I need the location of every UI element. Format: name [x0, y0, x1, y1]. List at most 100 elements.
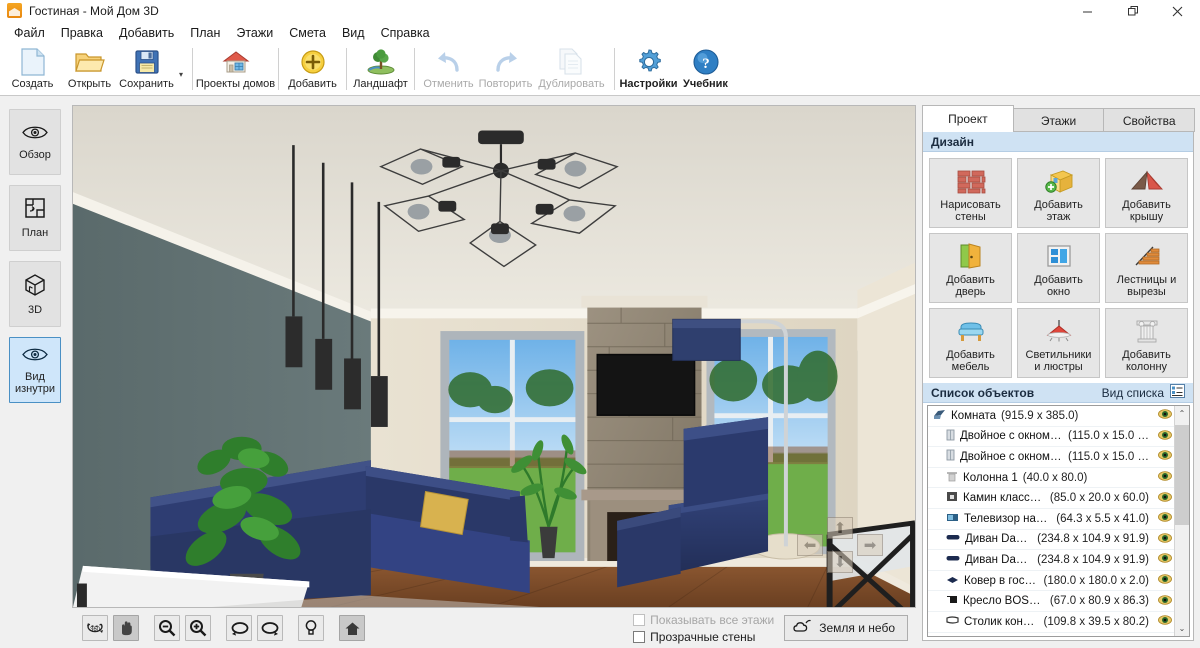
design-draw-walls-button[interactable]: Нарисовать стены	[929, 158, 1012, 228]
house-projects-icon	[221, 47, 251, 77]
design-add-column-button[interactable]: Добавить колонну	[1105, 308, 1188, 378]
design-add-window-button[interactable]: Добавить окно	[1017, 233, 1100, 303]
checkbox-box[interactable]	[633, 630, 646, 643]
toolbar-duplicate-button[interactable]: Дублировать	[534, 43, 609, 95]
toolbar-undo-button[interactable]: Отменить	[420, 43, 477, 95]
menu-item-plan[interactable]: План	[182, 24, 228, 42]
object-dimensions: (64.3 x 5.5 x 41.0)	[1056, 512, 1149, 525]
design-add-roof-button[interactable]: Добавить крышу	[1105, 158, 1188, 228]
object-list-scrollbar[interactable]: ⌃ ⌄	[1174, 406, 1189, 636]
scroll-up-button[interactable]: ⌃	[1175, 406, 1190, 421]
toolbar-new-button[interactable]: Создать	[4, 43, 61, 95]
menu-item-view[interactable]: Вид	[334, 24, 373, 42]
checkbox-box[interactable]	[633, 613, 646, 626]
object-name: Камин классический	[963, 492, 1045, 505]
toolbar-open-button[interactable]: Открыть	[61, 43, 118, 95]
toolbar-tutorial-button[interactable]: ? Учебник	[677, 43, 734, 95]
nav-up-arrow[interactable]: ⬆	[827, 517, 853, 539]
nav-right-arrow[interactable]: ➡	[857, 534, 883, 556]
scroll-thumb[interactable]	[1174, 425, 1189, 525]
menu-item-floors[interactable]: Этажи	[228, 24, 281, 42]
rail-item-inside-view[interactable]: Вид изнутри	[9, 337, 61, 403]
rotate-right-button[interactable]	[257, 615, 283, 641]
table-row[interactable]: Двойное с окном сверху (115.0 x 15.0 …	[928, 447, 1174, 468]
roof-icon	[1130, 166, 1163, 196]
design-button-grid: Нарисовать стены Добавить этаж Добавить …	[923, 152, 1193, 383]
design-lamps-button[interactable]: Светильники и люстры	[1017, 308, 1100, 378]
list-view-icon[interactable]	[1170, 384, 1185, 401]
table-row[interactable]: Люстра Cauce Overhead (7.6 x 7.6 x 78.2)	[928, 633, 1174, 636]
pan-hand-button[interactable]	[113, 615, 139, 641]
home-view-button[interactable]	[339, 615, 365, 641]
toolbar-save-dropdown-caret[interactable]: ▾	[175, 43, 187, 95]
eye-icon[interactable]	[1154, 491, 1172, 505]
design-add-door-button[interactable]: Добавить дверь	[929, 233, 1012, 303]
eye-icon[interactable]	[1154, 512, 1172, 525]
eye-icon[interactable]	[1154, 430, 1172, 443]
design-add-furniture-button[interactable]: Добавить мебель	[929, 308, 1012, 378]
checkbox-show-all-floors[interactable]: Показывать все этажи	[633, 613, 774, 627]
column-small-icon	[946, 471, 958, 485]
object-name: Двойное с окном сверху	[960, 430, 1063, 443]
tab-project[interactable]: Проект	[922, 105, 1014, 132]
design-stairs-button[interactable]: Лестницы и вырезы	[1105, 233, 1188, 303]
eye-icon[interactable]	[1154, 471, 1172, 484]
orbit-360-button[interactable]: 360	[82, 615, 108, 641]
toolbar-house-projects-button[interactable]: Проекты домов	[196, 43, 275, 95]
scroll-down-button[interactable]: ⌄	[1175, 621, 1190, 636]
menu-item-estimate[interactable]: Смета	[281, 24, 334, 42]
light-bulb-button[interactable]	[298, 615, 324, 641]
toolbar-settings-button[interactable]: Настройки	[619, 43, 678, 95]
tab-floors[interactable]: Этажи	[1012, 108, 1105, 132]
menu-item-file[interactable]: Файл	[6, 24, 53, 42]
zoom-out-icon	[159, 620, 176, 637]
table-row[interactable]: Столик консольный (109.8 x 39.5 x 80.2)	[928, 612, 1174, 633]
table-row[interactable]: Колонна 1 (40.0 x 80.0)	[928, 468, 1174, 489]
scroll-track[interactable]	[1174, 421, 1189, 621]
eye-icon[interactable]	[1154, 450, 1172, 463]
eye-icon[interactable]	[1154, 553, 1172, 566]
table-row[interactable]: Диван Dandy NEW (234.8 x 104.9 x 91.9)	[928, 530, 1174, 551]
table-row[interactable]: Диван Dandy NEW (234.8 x 104.9 x 91.9)	[928, 550, 1174, 571]
eye-icon[interactable]	[1154, 409, 1172, 422]
rail-item-3d[interactable]: 3D	[9, 261, 61, 327]
checkbox-transparent-walls[interactable]: Прозрачные стены	[633, 630, 774, 644]
eye-icon[interactable]	[1154, 615, 1172, 628]
object-dimensions: (915.9 x 385.0)	[1001, 409, 1079, 422]
minimize-button[interactable]	[1065, 0, 1110, 22]
rail-item-overview[interactable]: Обзор	[9, 109, 61, 175]
toolbar-open-label: Открыть	[67, 78, 112, 90]
toolbar-save-button[interactable]: Сохранить	[118, 43, 175, 95]
menu-item-help[interactable]: Справка	[373, 24, 438, 42]
table-row[interactable]: Двойное с окном сверху (115.0 x 15.0 …	[928, 427, 1174, 448]
rotate-left-button[interactable]	[226, 615, 252, 641]
earth-and-sky-button[interactable]: Земля и небо	[784, 615, 908, 641]
rail-item-plan[interactable]: План	[9, 185, 61, 251]
table-row[interactable]: Камин классический (85.0 x 20.0 x 60.0)	[928, 488, 1174, 509]
viewport-toolbar: 360 Показывать все этажи Прозрачные стен…	[72, 608, 916, 648]
zoom-in-button[interactable]	[185, 615, 211, 641]
eye-icon[interactable]	[1154, 533, 1172, 546]
render-viewport-3d[interactable]: ⬆ ⬇ ⬅ ➡	[72, 105, 916, 608]
table-row[interactable]: Телевизор настенный (64.3 x 5.5 x 41.0)	[928, 509, 1174, 530]
table-row[interactable]: Кресло BOSS Relax (67.0 x 80.9 x 86.3)	[928, 591, 1174, 612]
table-row[interactable]: Ковер в гостиную (180.0 x 180.0 x 2.0)	[928, 571, 1174, 592]
nav-left-arrow[interactable]: ⬅	[797, 534, 823, 556]
menu-item-add[interactable]: Добавить	[111, 24, 182, 42]
close-button[interactable]	[1155, 0, 1200, 22]
toolbar-landscape-button[interactable]: Ландшафт	[352, 43, 409, 95]
main-toolbar: Создать Открыть Сохранить ▾ Проекты домо…	[0, 43, 1200, 96]
eye-icon[interactable]	[1154, 594, 1172, 608]
navigation-pad[interactable]: ⬆ ⬇ ⬅ ➡	[797, 517, 883, 575]
object-list[interactable]: Комната (915.9 x 385.0) Двойное с окном …	[927, 405, 1190, 637]
nav-down-arrow[interactable]: ⬇	[827, 551, 853, 573]
zoom-out-button[interactable]	[154, 615, 180, 641]
eye-icon[interactable]	[1154, 574, 1172, 587]
toolbar-redo-button[interactable]: Повторить	[477, 43, 534, 95]
design-add-floor-button[interactable]: Добавить этаж	[1017, 158, 1100, 228]
menu-item-edit[interactable]: Правка	[53, 24, 111, 42]
toolbar-add-button[interactable]: Добавить	[284, 43, 341, 95]
maximize-button[interactable]	[1110, 0, 1155, 22]
tab-properties[interactable]: Свойства	[1103, 108, 1196, 132]
table-row[interactable]: Комната (915.9 x 385.0)	[928, 406, 1174, 427]
